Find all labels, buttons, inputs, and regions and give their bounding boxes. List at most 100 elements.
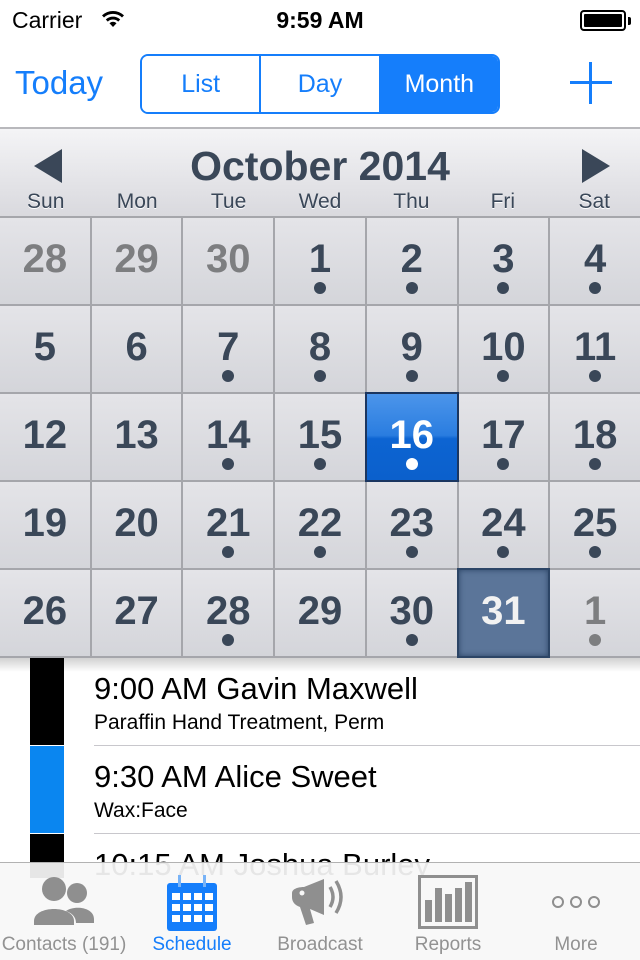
day-number: 9 xyxy=(400,325,423,369)
segment-month[interactable]: Month xyxy=(378,56,498,112)
event-dot-icon xyxy=(222,634,235,646)
day-cell[interactable]: 26 xyxy=(0,570,90,656)
day-cell[interactable]: 2 xyxy=(366,218,457,304)
day-cell[interactable]: 29 xyxy=(275,570,365,656)
day-cell[interactable]: 1 xyxy=(275,218,365,304)
day-number: 14 xyxy=(206,413,251,457)
event-dot-icon xyxy=(589,282,602,294)
nav-bar: Today List Day Month xyxy=(0,40,640,129)
day-cell[interactable]: 6 xyxy=(91,306,182,392)
event-dot-icon xyxy=(497,282,510,294)
day-cell[interactable]: 9 xyxy=(366,306,457,392)
weekday-row: Sun Mon Tue Wed Thu Fri Sat xyxy=(0,190,640,214)
day-cell[interactable]: 22 xyxy=(275,482,365,568)
day-cell[interactable]: 17 xyxy=(458,394,549,480)
day-cell[interactable]: 25 xyxy=(550,482,640,568)
event-dot-icon xyxy=(589,634,602,646)
day-cell[interactable]: 14 xyxy=(183,394,274,480)
day-cell[interactable]: 12 xyxy=(0,394,90,480)
day-number: 23 xyxy=(389,501,434,545)
event-dot-icon xyxy=(222,546,235,558)
appointment-list[interactable]: 9:00 AM Gavin Maxwell Paraffin Hand Treat… xyxy=(0,658,640,878)
day-number: 17 xyxy=(481,413,526,457)
tab-more[interactable]: More xyxy=(512,863,640,960)
appointment-row[interactable]: 9:30 AM Alice Sweet Wax:Face xyxy=(0,746,640,834)
day-cell[interactable]: 21 xyxy=(183,482,274,568)
appointment-color-bar xyxy=(30,658,64,745)
day-cell[interactable]: 13 xyxy=(91,394,182,480)
day-number: 20 xyxy=(114,501,159,545)
tab-reports[interactable]: Reports xyxy=(384,863,512,960)
event-dot-icon xyxy=(589,458,602,470)
day-number: 7 xyxy=(217,325,240,369)
day-cell[interactable]: 24 xyxy=(458,482,549,568)
appointment-color-bar xyxy=(30,746,64,833)
appointment-row[interactable]: 9:00 AM Gavin Maxwell Paraffin Hand Treat… xyxy=(0,658,640,746)
event-dot-icon xyxy=(222,370,235,382)
day-cell[interactable]: 4 xyxy=(550,218,640,304)
day-cell[interactable]: 1 xyxy=(550,570,640,656)
event-dot-icon xyxy=(497,458,510,470)
calendar-grid: 28 29 30 1 2 3 4 5 6 7 8 9 10 11 12 13 14 15 16 17 18 19 20 21 2… xyxy=(0,216,640,658)
tab-label: Schedule xyxy=(152,934,232,955)
day-cell[interactable]: 10 xyxy=(458,306,549,392)
event-dot-icon xyxy=(405,546,418,558)
tab-label: More xyxy=(554,934,598,955)
day-cell[interactable]: 11 xyxy=(550,306,640,392)
weekday-label: Tue xyxy=(210,190,247,213)
segment-list[interactable]: List xyxy=(142,56,260,112)
day-number: 24 xyxy=(481,501,526,545)
weekday-label: Wed xyxy=(298,190,342,213)
day-number: 1 xyxy=(308,237,332,281)
event-dot-icon xyxy=(589,370,602,382)
day-cell[interactable]: 28 xyxy=(183,570,274,656)
day-cell[interactable]: 27 xyxy=(91,570,182,656)
day-number: 31 xyxy=(481,589,526,633)
day-number: 6 xyxy=(125,325,148,369)
day-cell[interactable]: 18 xyxy=(550,394,640,480)
day-cell[interactable]: 15 xyxy=(275,394,365,480)
segment-month-label: Month xyxy=(404,69,475,98)
weekday-label: Sat xyxy=(578,190,610,213)
event-dot-icon xyxy=(313,546,326,558)
event-dot-icon xyxy=(405,370,418,382)
day-cell[interactable]: 3 xyxy=(458,218,549,304)
event-dot-icon xyxy=(313,458,326,470)
segment-day[interactable]: Day xyxy=(259,56,379,112)
day-number: 11 xyxy=(573,325,617,369)
day-number: 2 xyxy=(400,237,423,281)
appointment-services: Wax:Face xyxy=(94,799,188,822)
day-cell[interactable]: 5 xyxy=(0,306,90,392)
day-cell-today[interactable]: 16 xyxy=(364,392,459,482)
day-cell[interactable]: 7 xyxy=(183,306,274,392)
segment-day-label: Day xyxy=(297,69,343,98)
more-dots-icon xyxy=(552,896,600,908)
day-cell[interactable]: 30 xyxy=(366,570,457,656)
tab-label: Contacts (191) xyxy=(1,934,127,955)
day-number: 12 xyxy=(22,413,68,457)
tab-schedule[interactable]: Schedule xyxy=(128,863,256,960)
day-number: 18 xyxy=(572,413,618,457)
day-number: 4 xyxy=(584,237,607,281)
event-dot-icon xyxy=(589,546,602,558)
tab-broadcast[interactable]: Broadcast xyxy=(256,863,384,960)
tab-contacts[interactable]: Contacts (191) xyxy=(0,863,128,960)
day-cell-selected[interactable]: 31 xyxy=(456,568,551,658)
triangle-right-icon[interactable] xyxy=(582,149,612,183)
day-cell[interactable]: 28 xyxy=(0,218,90,304)
day-cell[interactable]: 8 xyxy=(275,306,365,392)
day-number: 28 xyxy=(22,237,68,281)
day-cell[interactable]: 30 xyxy=(183,218,274,304)
plus-icon[interactable] xyxy=(570,62,612,104)
weekday-label: Thu xyxy=(393,190,430,213)
day-cell[interactable]: 29 xyxy=(91,218,182,304)
day-cell[interactable]: 23 xyxy=(366,482,457,568)
day-cell[interactable]: 19 xyxy=(0,482,90,568)
day-cell[interactable]: 20 xyxy=(91,482,182,568)
day-number: 28 xyxy=(206,589,251,633)
day-number: 21 xyxy=(206,501,251,545)
today-button[interactable]: Today xyxy=(15,64,103,102)
month-title: October 2014 xyxy=(190,143,450,189)
view-mode-segmented-control: List Day Month xyxy=(140,54,500,114)
day-number: 16 xyxy=(389,413,434,457)
